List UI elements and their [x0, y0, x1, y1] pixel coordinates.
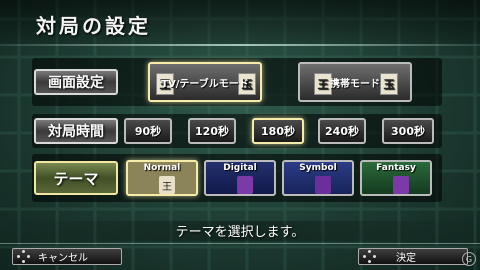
theme-normal-label: Normal [143, 163, 181, 173]
theme-symbol-label: Symbol [299, 163, 337, 173]
confirm-button[interactable]: 決定 [358, 248, 468, 265]
theme-digital-button[interactable]: Digital [204, 160, 276, 196]
time-option-120[interactable]: 120秒 [188, 118, 236, 144]
digital-tile-icon [237, 176, 253, 194]
settings-panel: 画面設定 王 玉 TV/テーブルモード 王 玉 携帯モード 対局時間 90秒 1… [32, 58, 442, 210]
theme-fantasy-button[interactable]: Fantasy [360, 160, 432, 196]
confirm-label: 決定 [396, 253, 416, 264]
time-option-240[interactable]: 240秒 [318, 118, 366, 144]
cancel-button[interactable]: キャンセル [12, 248, 122, 265]
theme-digital-label: Digital [223, 163, 257, 173]
mahjong-tile-icon: 王 [159, 176, 175, 194]
cancel-label: キャンセル [38, 253, 88, 264]
tv-table-mode-button[interactable]: 王 玉 TV/テーブルモード [148, 62, 262, 102]
screen-setting-label: 画面設定 [34, 69, 118, 95]
dpad-icon [363, 250, 376, 263]
title-divider [0, 44, 480, 46]
theme-label: テーマ [34, 161, 118, 195]
page-title: 対局の設定 [36, 14, 151, 38]
dpad-icon [17, 250, 30, 263]
theme-normal-button[interactable]: Normal 王 [126, 160, 198, 196]
theme-symbol-button[interactable]: Symbol [282, 160, 354, 196]
tv-table-mode-label: TV/テーブルモード [161, 78, 249, 90]
status-divider [0, 243, 480, 244]
mahjong-tile-icon: 玉 [380, 73, 398, 95]
time-option-300[interactable]: 300秒 [382, 118, 434, 144]
symbol-tile-icon [315, 176, 331, 194]
time-option-180[interactable]: 180秒 [252, 118, 304, 144]
title-bar: 対局の設定 [0, 0, 480, 44]
fantasy-tile-icon [393, 176, 409, 194]
time-option-90[interactable]: 90秒 [124, 118, 172, 144]
watermark-logo-icon: G [462, 252, 476, 266]
theme-fantasy-label: Fantasy [376, 163, 416, 173]
match-time-label: 対局時間 [34, 118, 118, 144]
handheld-mode-button[interactable]: 王 玉 携帯モード [298, 62, 412, 102]
status-message: テーマを選択します。 [0, 221, 480, 241]
handheld-mode-label: 携帯モード [330, 78, 380, 90]
